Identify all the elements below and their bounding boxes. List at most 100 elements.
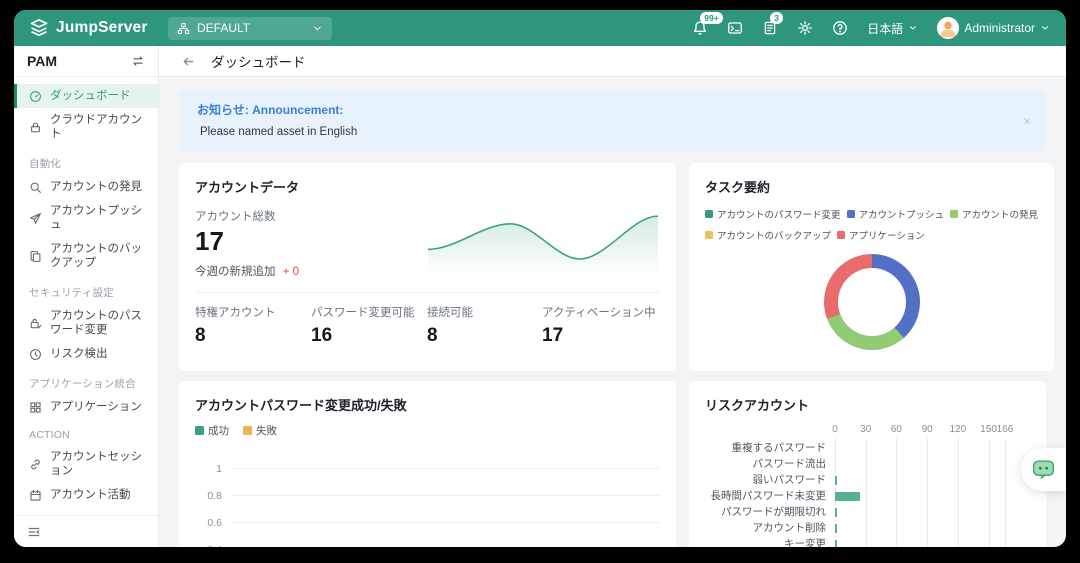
- task-summary-card: タスク要約 アカウントのパスワード変更 アカウントプッシュ アカウントの発見アカウン…: [689, 163, 1055, 371]
- x-axis-tick-label: 166: [996, 424, 1014, 435]
- gridline: [231, 468, 660, 469]
- dashboard-icon: [29, 90, 43, 103]
- stat-label: 接続可能: [427, 306, 473, 319]
- sidebar-item-account-discovery[interactable]: アカウントの発見: [14, 175, 158, 199]
- stat-value: 8: [427, 324, 438, 346]
- password-edit-icon: [29, 317, 43, 330]
- week-new-label: 今週の新規追加: [195, 265, 276, 278]
- legend-swatch-icon: [243, 426, 252, 435]
- view-switch-icon[interactable]: [131, 54, 145, 68]
- sidebar-item-account-backup[interactable]: アカウントのバックアップ: [14, 237, 158, 275]
- announcement-title: お知らせ: Announcement:: [197, 103, 344, 117]
- sidebar-item-dashboard[interactable]: ダッシュボード: [14, 84, 158, 108]
- org-selector[interactable]: DEFAULT: [168, 16, 332, 40]
- password-change-card: アカウントパスワード変更成功/失敗 成功 失敗 1 0.8 0.6 0.4: [179, 381, 676, 547]
- legend-item[interactable]: アカウントの発見: [950, 207, 1038, 221]
- task-card-title: タスク要約: [705, 180, 771, 195]
- risk-category-label: キー変更: [784, 538, 826, 547]
- y-axis-tick-label: 0.6: [207, 516, 222, 529]
- risk-account-card: リスクアカウント 重複するパスワード パスワード流出 弱いパスワード 長時間パスワード…: [689, 381, 1046, 547]
- gridline: [988, 438, 990, 547]
- sidebar-item-label: アカウント活動: [50, 489, 131, 501]
- x-axis-tick-label: 30: [860, 424, 872, 435]
- stat-label: パスワード変更可能: [311, 306, 415, 319]
- org-tree-icon: [177, 22, 190, 35]
- legend-label: アカウントのパスワード変更: [717, 210, 841, 221]
- terminal-icon: [728, 22, 743, 34]
- sidebar-title: PAM: [27, 53, 58, 69]
- stat-activating: アクティベーション中 17: [542, 304, 660, 347]
- sidebar-item-account-activity[interactable]: アカウント活動: [14, 483, 158, 507]
- y-axis-tick-label: 0.4: [195, 544, 231, 548]
- sidebar-item-cloud-account[interactable]: クラウドアカウント: [14, 108, 158, 146]
- sidebar-item-account-session[interactable]: アカウントセッション: [14, 445, 158, 483]
- task-donut-wrap: [705, 254, 1038, 350]
- user-menu[interactable]: Administrator: [937, 17, 1050, 39]
- sidebar-section-automation: 自動化: [29, 158, 62, 170]
- legend-item[interactable]: アカウントのバックアップ: [705, 228, 831, 242]
- pw-legend: 成功 失敗: [195, 423, 660, 438]
- legend-item[interactable]: 成功: [195, 423, 229, 438]
- risk-bar[interactable]: [835, 523, 837, 533]
- risk-category-label: 重複するパスワード: [731, 442, 827, 454]
- sidebar-item-label: アカウントプッシュ: [50, 205, 142, 231]
- sidebar-menu: ダッシュボード クラウドアカウント 自動化 アカウントの発見 アカウントプッシュ: [14, 77, 158, 515]
- sidebar-item-label: アカウントの発見: [50, 181, 142, 193]
- x-axis-tick-label: 0: [832, 424, 838, 435]
- pw-chart-grid: 1 0.8 0.6 0.4: [195, 455, 660, 547]
- collapse-sidebar-icon[interactable]: [27, 525, 41, 539]
- settings-button[interactable]: [797, 20, 813, 36]
- legend-label: 成功: [208, 425, 229, 437]
- back-button[interactable]: [181, 54, 196, 69]
- tickets-button[interactable]: 3: [762, 12, 784, 36]
- risk-bar[interactable]: [835, 507, 837, 517]
- gridline: [865, 438, 867, 547]
- language-label: 日本語: [867, 21, 904, 36]
- page-title: ダッシュボード: [211, 55, 306, 70]
- risk-bar[interactable]: [835, 475, 838, 485]
- close-icon[interactable]: ×: [1023, 113, 1031, 128]
- legend-label: アカウントのバックアップ: [717, 231, 832, 242]
- y-grid-row: 0.8: [195, 482, 660, 509]
- sidebar-item-label: リスク検出: [50, 348, 108, 360]
- notification-badge: 99+: [700, 12, 723, 24]
- language-selector[interactable]: 日本語: [867, 20, 918, 37]
- risk-bar[interactable]: [835, 539, 838, 547]
- app-header: JumpServer DEFAULT 99+ 3 日本語 Administrat…: [14, 10, 1066, 46]
- sidebar-item-password-change[interactable]: アカウントのパスワード変更: [14, 304, 158, 342]
- stat-connectable: 接続可能 8: [427, 304, 542, 347]
- ticket-badge: 3: [770, 12, 784, 24]
- web-terminal-button[interactable]: [727, 20, 743, 36]
- account-trend-sparkline: [428, 215, 658, 277]
- legend-item[interactable]: 失敗: [243, 423, 277, 438]
- sidebar-item-risk-detection[interactable]: リスク検出: [14, 342, 158, 366]
- risk-plot-area: 0 30 60 90 120 150 166: [832, 424, 1030, 547]
- notifications-button[interactable]: 99+: [692, 12, 723, 36]
- legend-swatch-icon: [837, 231, 846, 239]
- risk-bar[interactable]: [835, 491, 860, 501]
- sidebar-item-account-push[interactable]: アカウントプッシュ: [14, 199, 158, 237]
- announcement-banner: お知らせ: Announcement: Please named asset i…: [179, 90, 1046, 151]
- help-button[interactable]: [832, 20, 848, 36]
- legend-item[interactable]: アカウントプッシュ: [846, 207, 944, 221]
- legend-item[interactable]: アプリケーション: [837, 228, 925, 242]
- legend-item[interactable]: アカウントのパスワード変更: [705, 207, 841, 221]
- legend-swatch-icon: [705, 231, 713, 239]
- legend-label: 失敗: [256, 425, 277, 437]
- gear-icon: [798, 21, 813, 35]
- stat-value: 16: [311, 324, 333, 346]
- sidebar-item-label: アカウントのバックアップ: [50, 243, 142, 269]
- org-selected-label: DEFAULT: [197, 21, 251, 35]
- sidebar-item-applications[interactable]: アプリケーション: [14, 395, 158, 419]
- brand[interactable]: JumpServer: [14, 18, 160, 38]
- gridline: [927, 438, 929, 547]
- y-grid-row: 1: [195, 455, 660, 482]
- link-icon: [29, 458, 43, 471]
- chevron-down-icon: [910, 26, 917, 30]
- dashboard-content: お知らせ: Announcement: Please named asset i…: [159, 77, 1066, 547]
- account-card-title: アカウントデータ: [195, 180, 300, 195]
- search-icon: [29, 181, 43, 194]
- chat-assistant-button[interactable]: [1021, 448, 1066, 491]
- sidebar-item-label: アカウントセッション: [50, 451, 142, 477]
- gridline: [231, 495, 660, 496]
